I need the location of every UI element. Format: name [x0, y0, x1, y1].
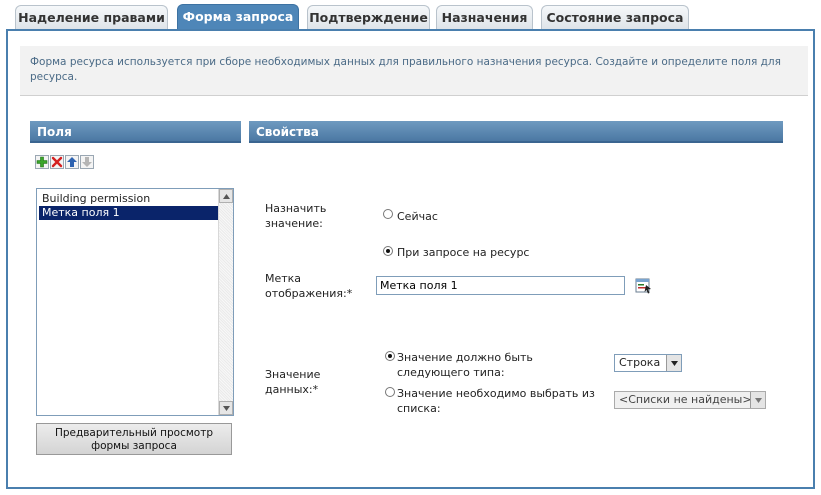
- assign-value-label: Назначить значение:: [265, 202, 327, 230]
- scroll-up-button[interactable]: [219, 189, 233, 203]
- move-down-button[interactable]: [80, 155, 94, 169]
- properties-panel-header: Свойства: [249, 121, 783, 143]
- localize-icon: [635, 278, 651, 294]
- tab-request-status[interactable]: Состояние запроса: [541, 5, 689, 29]
- value-type-select-value: Строка: [619, 356, 661, 369]
- arrow-up-icon: [67, 157, 77, 167]
- assign-on-request-label: При запросе на ресурс: [397, 246, 530, 259]
- value-list-label: Значение необходимо выбрать из списка:: [397, 387, 595, 415]
- dropdown-arrow: [666, 355, 681, 371]
- add-field-button[interactable]: [35, 155, 49, 169]
- list-item-selected[interactable]: Метка поля 1: [39, 206, 218, 220]
- value-type-radio[interactable]: [385, 351, 395, 361]
- arrow-down-icon: [82, 157, 92, 167]
- localize-button[interactable]: [635, 277, 652, 294]
- list-item[interactable]: Building permission: [39, 192, 218, 206]
- form-description: Форма ресурса используется при сборе нео…: [20, 46, 808, 96]
- chevron-down-icon: [222, 405, 230, 411]
- fields-listbox[interactable]: Building permission Метка поля 1: [36, 188, 234, 416]
- chevron-down-icon: [754, 397, 762, 403]
- data-value-label: Значение данных:*: [265, 368, 321, 396]
- tab-provisioning[interactable]: Наделение правами: [15, 5, 168, 29]
- assign-now-label: Сейчас: [397, 210, 438, 223]
- listbox-scrollbar[interactable]: [218, 189, 233, 415]
- tab-assignments[interactable]: Назначения: [436, 5, 533, 29]
- display-label-label: Метка отображения:*: [265, 272, 353, 300]
- value-type-label: Значение должно быть следующего типа:: [397, 351, 533, 379]
- chevron-down-icon: [670, 360, 678, 366]
- display-label-input[interactable]: [376, 276, 625, 295]
- value-list-select-value: <Списки не найдены>: [619, 393, 752, 406]
- tab-approval[interactable]: Подтверждение: [307, 5, 430, 29]
- scroll-down-button[interactable]: [219, 401, 233, 415]
- value-type-select[interactable]: Строка: [614, 354, 682, 372]
- preview-request-form-button[interactable]: Предварительный просмотр формы запроса: [36, 423, 232, 455]
- fields-panel-header: Поля: [30, 121, 241, 143]
- assign-on-request-radio[interactable]: [383, 246, 393, 256]
- tab-request-form[interactable]: Форма запроса: [177, 4, 299, 30]
- dropdown-arrow: [750, 392, 765, 408]
- value-list-radio[interactable]: [385, 387, 395, 397]
- move-up-button[interactable]: [65, 155, 79, 169]
- plus-icon: [36, 156, 48, 168]
- assign-now-radio[interactable]: [383, 209, 393, 219]
- value-list-select[interactable]: <Списки не найдены>: [614, 391, 766, 409]
- fields-toolbar: [35, 155, 94, 169]
- delete-field-button[interactable]: [50, 155, 64, 169]
- chevron-up-icon: [222, 193, 230, 199]
- delete-icon: [51, 156, 63, 168]
